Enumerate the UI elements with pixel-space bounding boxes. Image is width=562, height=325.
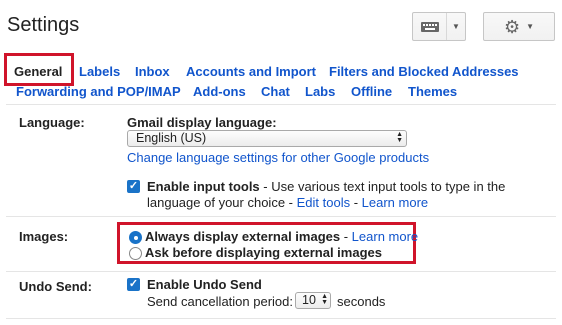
separator: -	[350, 195, 362, 210]
language-section-label: Language:	[19, 115, 85, 130]
divider	[6, 318, 556, 319]
tab-themes[interactable]: Themes	[408, 84, 457, 99]
always-display-images-radio[interactable]	[129, 231, 142, 244]
header: Settings ▼ ⚙ ▼	[0, 0, 562, 50]
enable-input-tools-checkbox[interactable]: ✓	[127, 180, 140, 193]
page-title: Settings	[7, 14, 80, 36]
divider	[6, 216, 556, 217]
tab-offline[interactable]: Offline	[351, 84, 392, 99]
input-tools-description: - Use various text input tools to type i…	[259, 179, 506, 194]
language-select-value: English (US)	[136, 131, 207, 145]
edit-tools-link[interactable]: Edit tools	[297, 195, 350, 210]
tab-general[interactable]: General	[14, 64, 62, 79]
divider	[6, 271, 556, 272]
cancellation-period-select[interactable]: 10 ▲ ▼	[295, 292, 331, 309]
always-display-label: Always display external images	[145, 229, 341, 244]
settings-gear-button[interactable]: ⚙ ▼	[483, 12, 555, 41]
seconds-label: seconds	[337, 294, 386, 309]
tab-inbox[interactable]: Inbox	[135, 64, 170, 79]
cancellation-period-value: 10	[302, 293, 316, 307]
select-arrows-icon: ▲ ▼	[321, 293, 328, 306]
input-tools-line-2: language of your choice - Edit tools - L…	[147, 195, 428, 210]
tab-labels[interactable]: Labels	[79, 64, 120, 79]
language-select[interactable]: English (US) ▲ ▼	[127, 130, 407, 147]
input-tools-description-2: language of your choice -	[147, 195, 297, 210]
input-tools-line-1: Enable input tools - Use various text in…	[147, 179, 505, 194]
undo-send-section-label: Undo Send:	[19, 279, 92, 294]
separator: -	[340, 229, 352, 244]
display-language-label: Gmail display language:	[127, 115, 277, 130]
input-tools-learn-more-link[interactable]: Learn more	[362, 195, 428, 210]
ask-before-display-label: Ask before displaying external images	[145, 245, 382, 260]
tab-chat[interactable]: Chat	[261, 84, 290, 99]
divider	[6, 104, 556, 105]
input-tools-label: Enable input tools	[147, 179, 260, 194]
ask-before-display-radio[interactable]	[129, 247, 142, 260]
tab-labs[interactable]: Labs	[305, 84, 335, 99]
tab-add-ons[interactable]: Add-ons	[193, 84, 246, 99]
cancellation-period-label: Send cancellation period:	[147, 294, 293, 309]
select-arrows-icon: ▲ ▼	[396, 131, 403, 144]
images-learn-more-link[interactable]: Learn more	[352, 229, 418, 244]
tab-forwarding[interactable]: Forwarding and POP/IMAP	[16, 84, 181, 99]
keyboard-icon	[420, 21, 439, 32]
change-language-link[interactable]: Change language settings for other Googl…	[127, 150, 429, 165]
enable-undo-send-label: Enable Undo Send	[147, 277, 262, 292]
always-display-option: Always display external images - Learn m…	[145, 229, 418, 244]
input-tools-button[interactable]: ▼	[412, 12, 466, 41]
input-tools-toggle[interactable]	[413, 13, 447, 40]
gear-icon: ⚙	[503, 16, 521, 37]
chevron-down-icon[interactable]: ▼	[447, 22, 465, 31]
tab-filters[interactable]: Filters and Blocked Addresses	[329, 64, 519, 79]
enable-undo-send-checkbox[interactable]: ✓	[127, 278, 140, 291]
tab-accounts-and-import[interactable]: Accounts and Import	[186, 64, 316, 79]
chevron-down-icon: ▼	[526, 22, 535, 31]
images-section-label: Images:	[19, 229, 69, 244]
